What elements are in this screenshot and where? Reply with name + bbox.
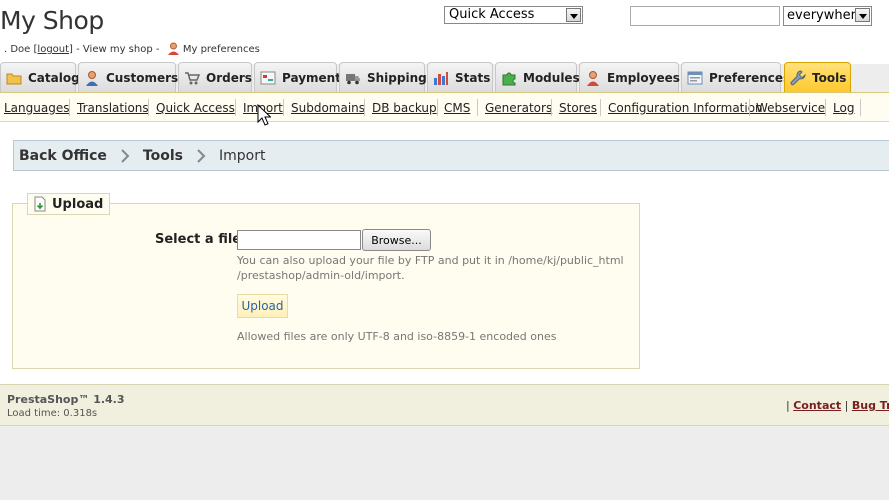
subnav-divider	[600, 99, 601, 116]
main-content: Back Office Tools Import Upload Select a…	[0, 122, 889, 384]
top-header: My Shop . Doe [logout] - View my shop - …	[0, 0, 889, 64]
ftp-hint-text: You can also upload your file by FTP and…	[237, 254, 624, 282]
breadcrumb-current: Import	[218, 147, 266, 164]
subnav-divider	[283, 99, 284, 116]
wrench-icon	[790, 69, 806, 85]
subnav-cms[interactable]: CMS	[444, 101, 470, 115]
subnav-divider	[235, 99, 236, 116]
upload-legend: Upload	[27, 193, 111, 215]
bug-tracker-link[interactable]: Bug Tracker	[852, 399, 889, 412]
chevron-right-icon	[121, 148, 130, 163]
chevron-down-icon[interactable]	[855, 8, 870, 22]
customer-icon	[86, 70, 98, 86]
tab-label: Payment	[282, 70, 341, 85]
subnav-configuration-information[interactable]: Configuration Information	[608, 101, 763, 115]
preferences-icon	[687, 71, 703, 84]
upload-fieldset: Upload Select a file Browse... You can a…	[12, 193, 640, 369]
person-icon	[167, 42, 179, 55]
subnav-divider	[437, 99, 438, 116]
tab-shipping[interactable]: Shipping	[339, 62, 427, 92]
upload-button[interactable]: Upload	[237, 294, 288, 318]
tools-subnav: Languages Translations Quick Access Impo…	[0, 92, 889, 122]
puzzle-icon	[502, 72, 516, 85]
stats-icon	[434, 71, 448, 85]
tab-label: Catalog	[28, 70, 80, 85]
user-name-text: . Doe [	[4, 44, 38, 55]
upload-file-icon	[34, 196, 46, 212]
tab-customers[interactable]: Customers	[78, 62, 179, 92]
subnav-divider	[860, 99, 861, 116]
search-scope-value: everywhere	[787, 8, 864, 23]
subnav-quick-access[interactable]: Quick Access	[156, 101, 235, 115]
tab-catalog[interactable]: Catalog	[0, 62, 80, 92]
tab-modules[interactable]: Modules	[495, 62, 580, 92]
subnav-languages[interactable]: Languages	[4, 101, 69, 115]
truck-icon	[346, 73, 360, 84]
footer-version: PrestaShop™ 1.4.3	[7, 393, 125, 406]
mouse-cursor-icon	[257, 104, 271, 126]
user-line: . Doe [logout] - View my shop - My prefe…	[4, 42, 260, 55]
search-input[interactable]	[630, 6, 780, 26]
tab-label: Shipping	[367, 70, 427, 85]
subnav-webservice[interactable]: Webservice	[756, 101, 825, 115]
subnav-divider	[749, 99, 750, 116]
folder-icon	[6, 73, 22, 84]
tab-label: Customers	[106, 70, 179, 85]
subnav-divider	[364, 99, 365, 116]
select-file-label: Select a file	[155, 232, 242, 247]
my-preferences-link[interactable]: My preferences	[183, 44, 260, 55]
breadcrumb: Back Office Tools Import	[13, 140, 889, 171]
logout-link[interactable]: logout	[37, 44, 69, 55]
tab-label: Orders	[206, 70, 252, 85]
chevron-right-icon	[197, 148, 206, 163]
contact-link[interactable]: Contact	[793, 399, 841, 412]
file-input[interactable]	[237, 230, 361, 250]
footer: PrestaShop™ 1.4.3 Load time: 0.318s | Co…	[0, 384, 889, 426]
allowed-files-text: Allowed files are only UTF-8 and iso-885…	[237, 330, 557, 343]
subnav-divider	[825, 99, 826, 116]
quick-access-value: Quick Access	[449, 7, 535, 22]
chevron-down-icon[interactable]	[566, 8, 581, 22]
view-shop-text[interactable]: ] - View my shop -	[69, 44, 159, 55]
subnav-divider	[551, 99, 552, 116]
tab-label: Tools	[812, 70, 847, 85]
subnav-generators[interactable]: Generators	[485, 101, 552, 115]
subnav-log[interactable]: Log	[833, 101, 854, 115]
cart-icon	[185, 71, 200, 84]
subnav-translations[interactable]: Translations	[77, 101, 149, 115]
payment-icon	[260, 71, 276, 84]
upload-legend-label: Upload	[52, 196, 104, 212]
tab-employees[interactable]: Employees	[579, 62, 680, 92]
subnav-divider	[148, 99, 149, 116]
tab-tools[interactable]: Tools	[784, 62, 851, 92]
subnav-subdomains[interactable]: Subdomains	[291, 101, 365, 115]
breadcrumb-item[interactable]: Tools	[143, 148, 183, 164]
subnav-divider	[69, 99, 70, 116]
main-tabs: Catalog Customers Orders Payment Shippin…	[0, 62, 889, 92]
subnav-db-backup[interactable]: DB backup	[372, 101, 437, 115]
footer-separator: |	[844, 399, 849, 412]
search-scope-select[interactable]: everywhere	[783, 6, 872, 26]
footer-links: | Contact | Bug Tracker	[786, 399, 889, 412]
tab-label: Stats	[455, 70, 491, 85]
tab-label: Preferences	[709, 70, 791, 85]
quick-access-select[interactable]: Quick Access	[444, 6, 583, 24]
subnav-divider	[477, 99, 478, 116]
browse-button[interactable]: Browse...	[362, 229, 431, 251]
tab-label: Employees	[607, 70, 680, 85]
footer-load-time: Load time: 0.318s	[7, 408, 98, 419]
footer-separator: |	[786, 399, 790, 412]
employee-icon	[587, 70, 599, 86]
tab-stats[interactable]: Stats	[427, 62, 493, 92]
tab-preferences[interactable]: Preferences	[681, 62, 790, 92]
tab-payment[interactable]: Payment	[254, 62, 341, 92]
subnav-stores[interactable]: Stores	[559, 101, 597, 115]
tab-label: Modules	[523, 70, 580, 85]
shop-title: My Shop	[0, 6, 104, 35]
breadcrumb-item[interactable]: Back Office	[19, 148, 107, 164]
tab-orders[interactable]: Orders	[178, 62, 252, 92]
